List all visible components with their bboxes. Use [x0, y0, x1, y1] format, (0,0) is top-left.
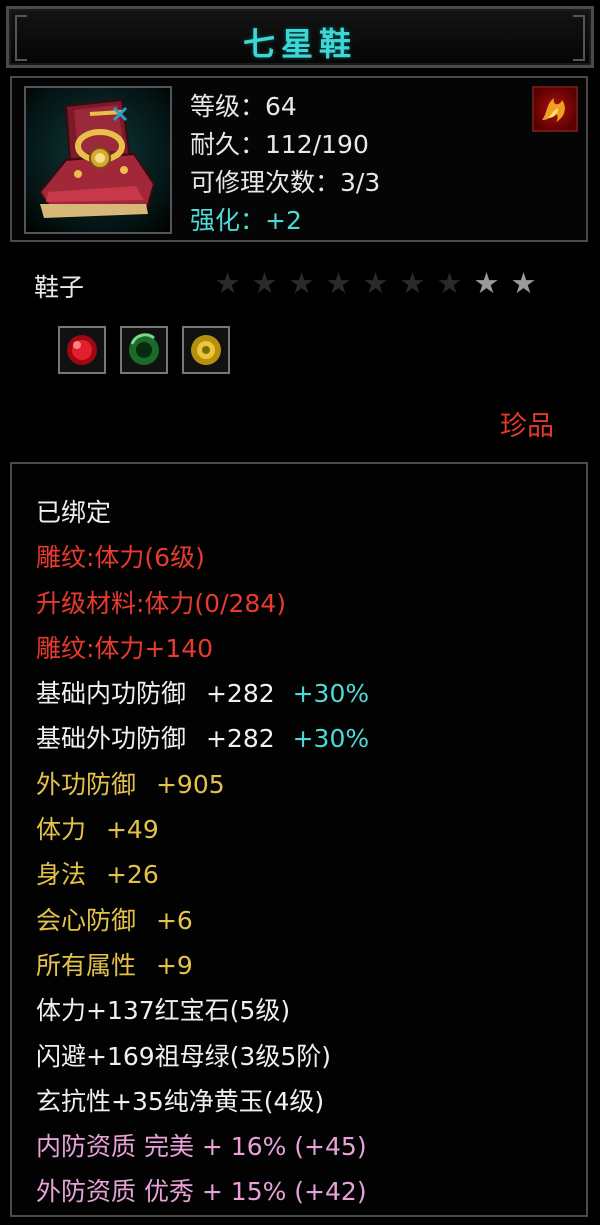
- boots-icon: [24, 86, 172, 234]
- item-enhance: 强化：+2: [190, 206, 302, 235]
- star-empty-icon: ★: [436, 266, 463, 300]
- ruby-gem-icon[interactable]: [58, 326, 106, 374]
- star-rating: ★ ★ ★ ★ ★ ★ ★ ★ ★: [212, 266, 539, 300]
- attribute-panel: 已绑定 雕纹:体力(6级) 升级材料:体力(0/284) 雕纹:体力+140 基…: [10, 462, 588, 1217]
- item-tooltip: 七星鞋 等级：64 耐久：112/190 可修理次数：3/3 强化：+2 鞋子 …: [0, 0, 600, 1225]
- star-empty-icon: ★: [251, 266, 278, 300]
- item-level: 等级：64: [190, 92, 297, 121]
- item-stats: 等级：64 耐久：112/190 可修理次数：3/3 强化：+2: [190, 88, 380, 240]
- carve-attr: 雕纹:体力(6级): [36, 543, 205, 573]
- base-outer-def: 基础外功防御 +282 +30%: [36, 716, 369, 761]
- item-type: 鞋子: [34, 273, 85, 302]
- all-attr: 所有属性 +9: [36, 943, 369, 988]
- star-empty-icon: ★: [288, 266, 315, 300]
- attr-label: 体力: [36, 815, 87, 845]
- star-empty-icon: ★: [325, 266, 352, 300]
- carve-bonus: 雕纹:体力+140: [36, 633, 214, 663]
- attr-label: 外功防御: [36, 769, 137, 799]
- item-repair-count: 可修理次数：3/3: [190, 168, 381, 197]
- quality-inner: 内防资质 完美 + 16% (+45): [36, 1132, 367, 1162]
- star-empty-icon: ★: [362, 266, 389, 300]
- gem-sockets: [58, 326, 230, 374]
- star-filled-icon: ★: [510, 266, 537, 300]
- attr-label: 所有属性: [36, 950, 137, 980]
- flame-icon: [532, 86, 578, 132]
- crit-def: 会心防御 +6: [36, 898, 369, 943]
- rarity-label: 珍品: [500, 411, 554, 442]
- attr-value: +49: [105, 815, 159, 845]
- attr-value: +6: [155, 905, 193, 935]
- attr-pct: +30%: [292, 724, 370, 754]
- attr-label: 基础外功防御: [36, 724, 187, 754]
- emerald-gem-icon[interactable]: [120, 326, 168, 374]
- attr-label: 会心防御: [36, 905, 137, 935]
- title-bar: 七星鞋: [6, 6, 594, 68]
- star-empty-icon: ★: [214, 266, 241, 300]
- gem-bonus-2: 闪避+169祖母绿(3级5阶): [36, 1041, 331, 1071]
- attr-value: +282: [205, 724, 275, 754]
- base-inner-def: 基础内功防御 +282 +30%: [36, 671, 369, 716]
- attr-value: +282: [205, 679, 275, 709]
- quality-outer: 外防资质 优秀 + 15% (+42): [36, 1177, 367, 1207]
- item-header: 等级：64 耐久：112/190 可修理次数：3/3 强化：+2: [10, 76, 588, 242]
- agility: 身法 +26: [36, 852, 369, 897]
- attr-value: +9: [155, 950, 193, 980]
- upgrade-material: 升级材料:体力(0/284): [36, 588, 286, 618]
- star-empty-icon: ★: [399, 266, 426, 300]
- bound-status: 已绑定: [36, 498, 112, 527]
- stamina: 体力 +49: [36, 807, 369, 852]
- gem-bonus-3: 玄抗性+35纯净黄玉(4级): [36, 1086, 325, 1116]
- attr-label: 基础内功防御: [36, 679, 187, 709]
- item-name: 七星鞋: [242, 25, 357, 63]
- item-durability: 耐久：112/190: [190, 130, 369, 159]
- topaz-gem-icon[interactable]: [182, 326, 230, 374]
- outer-def: 外功防御 +905: [36, 762, 369, 807]
- gem-bonus-1: 体力+137红宝石(5级): [36, 996, 291, 1026]
- attr-label: 身法: [36, 860, 87, 890]
- attr-pct: +30%: [292, 679, 370, 709]
- attr-value: +905: [155, 769, 225, 799]
- attribute-list: 已绑定 雕纹:体力(6级) 升级材料:体力(0/284) 雕纹:体力+140 基…: [36, 490, 369, 1215]
- attr-value: +26: [105, 860, 159, 890]
- star-filled-icon: ★: [473, 266, 500, 300]
